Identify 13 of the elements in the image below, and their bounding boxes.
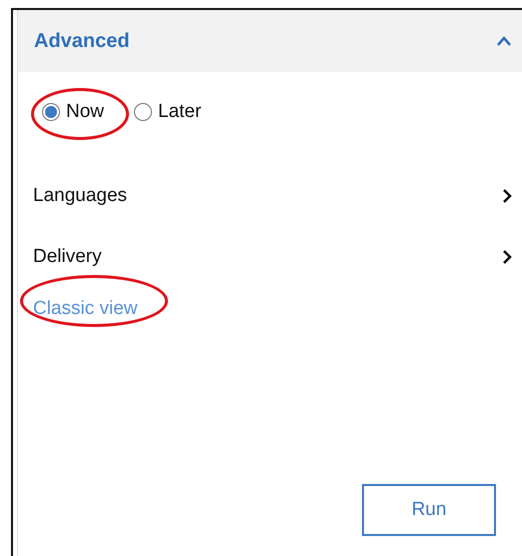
radio-label: Later (158, 101, 202, 123)
chevron-right-icon (502, 188, 512, 204)
run-button[interactable]: Run (362, 484, 496, 536)
radio-label: Now (66, 101, 104, 123)
chevron-right-icon (502, 248, 512, 264)
radio-button[interactable] (42, 103, 60, 121)
radio-button[interactable] (134, 103, 152, 121)
chevron-up-icon[interactable] (496, 35, 512, 47)
row-label: Languages (33, 184, 128, 206)
section-title: Advanced (34, 30, 130, 52)
menu-row[interactable]: Languages (18, 184, 522, 207)
row-label: Delivery (33, 246, 102, 268)
menu-row[interactable]: Delivery (18, 245, 522, 268)
